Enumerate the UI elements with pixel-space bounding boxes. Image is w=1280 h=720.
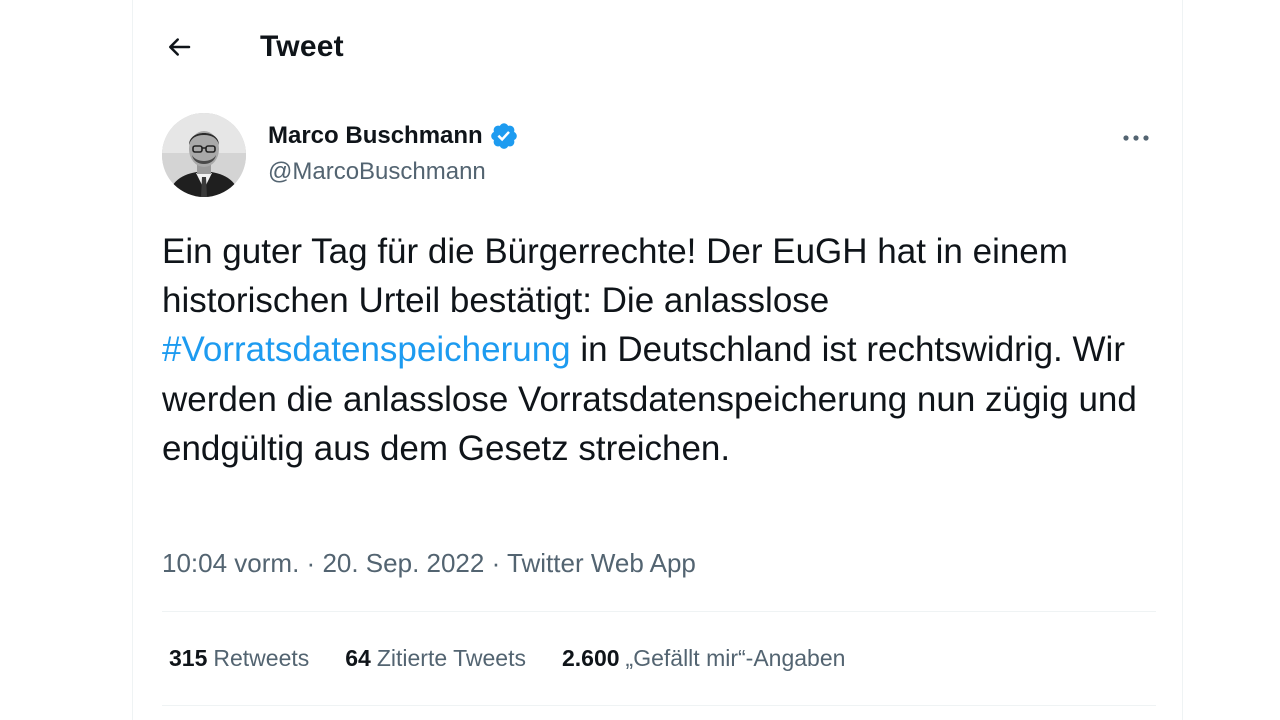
- likes-stat[interactable]: 2.600 „Gefällt mir“-Angaben: [562, 645, 845, 672]
- tweet-meta: 10:04 vorm. · 20. Sep. 2022 · Twitter We…: [162, 548, 696, 579]
- likes-label: „Gefällt mir“-Angaben: [625, 645, 846, 671]
- quote-tweets-count: 64: [345, 645, 371, 671]
- author-row: Marco Buschmann @MarcoBuschmann: [162, 113, 1156, 199]
- likes-count: 2.600: [561, 645, 620, 671]
- arrow-left-icon: [169, 38, 191, 56]
- author-handle[interactable]: @MarcoBuschmann: [268, 158, 486, 186]
- tweet-time[interactable]: 10:04 vorm.: [162, 548, 299, 578]
- author-name-line[interactable]: Marco Buschmann: [268, 121, 519, 151]
- tweet-source[interactable]: Twitter Web App: [507, 548, 696, 578]
- tweet-text-part: Ein guter Tag für die Bürgerrechte! Der …: [162, 232, 1068, 321]
- tweet-date[interactable]: 20. Sep. 2022: [322, 548, 484, 578]
- retweets-label: Retweets: [213, 645, 310, 671]
- meta-separator: ·: [491, 548, 501, 578]
- more-horizontal-icon: [1123, 135, 1149, 141]
- more-options-button[interactable]: [1116, 121, 1156, 155]
- retweets-count: 315: [169, 645, 208, 671]
- back-button[interactable]: [161, 29, 197, 65]
- verified-badge-icon: [489, 121, 519, 151]
- avatar-image: [162, 113, 246, 197]
- divider: [162, 705, 1156, 706]
- quote-tweets-label: Zitierte Tweets: [376, 645, 526, 671]
- divider: [162, 611, 1156, 612]
- tweet-stats: 315 Retweets 64 Zitierte Tweets 2.600 „G…: [169, 645, 881, 672]
- hashtag-link[interactable]: #Vorratsdatenspeicherung: [162, 330, 571, 369]
- avatar[interactable]: [162, 113, 246, 197]
- meta-separator: ·: [306, 548, 316, 578]
- page-title: Tweet: [260, 30, 344, 63]
- tweet-detail-column: Tweet Marco Buschmann @MarcoBuschmann Ei…: [132, 0, 1183, 720]
- tweet-text: Ein guter Tag für die Bürgerrechte! Der …: [162, 227, 1152, 473]
- header: Tweet: [133, 0, 1182, 96]
- author-display-name: Marco Buschmann: [268, 122, 483, 149]
- quote-tweets-stat[interactable]: 64 Zitierte Tweets: [345, 645, 526, 672]
- retweets-stat[interactable]: 315 Retweets: [169, 645, 309, 672]
